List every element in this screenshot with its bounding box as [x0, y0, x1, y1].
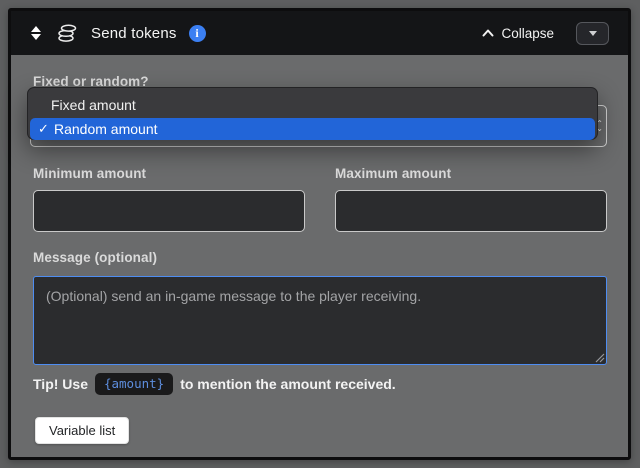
panel-menu-button[interactable] [576, 21, 609, 45]
checkmark-icon: ✓ [38, 121, 49, 136]
triangle-up-icon [31, 26, 41, 32]
info-icon[interactable]: i [188, 24, 206, 42]
tip-prefix: Tip! Use [33, 376, 88, 392]
menu-option-label: Random amount [54, 121, 158, 137]
message-label: Message (optional) [33, 250, 158, 265]
drag-reorder-icon[interactable] [31, 26, 41, 40]
menu-option-fixed[interactable]: Fixed amount [28, 93, 597, 118]
variable-list-button[interactable]: Variable list [35, 417, 130, 444]
max-amount-input[interactable] [335, 190, 607, 232]
page: Send tokens i Collapse Fixed or random? … [0, 0, 640, 468]
panel-header: Send tokens i Collapse [11, 11, 628, 55]
message-textarea[interactable] [33, 276, 607, 365]
mode-dropdown-menu: Fixed amount ✓ Random amount [27, 87, 598, 140]
min-amount-input[interactable] [33, 190, 305, 232]
panel-title: Send tokens [91, 24, 177, 42]
chevron-up-icon [482, 29, 494, 37]
min-amount-label: Minimum amount [33, 166, 147, 181]
collapse-label: Collapse [501, 25, 554, 41]
info-glyph: i [195, 25, 199, 40]
amount-variable-chip: {amount} [94, 373, 174, 395]
message-field-wrap [33, 276, 607, 365]
coin-stack-icon [56, 23, 78, 43]
menu-option-random[interactable]: ✓ Random amount [30, 118, 595, 140]
max-amount-label: Maximum amount [335, 166, 452, 181]
tip-suffix: to mention the amount received. [180, 376, 396, 392]
collapse-button[interactable]: Collapse [482, 26, 554, 41]
tip-text: Tip! Use {amount} to mention the amount … [33, 371, 396, 397]
triangle-down-icon [31, 34, 41, 40]
caret-down-icon [588, 30, 597, 36]
